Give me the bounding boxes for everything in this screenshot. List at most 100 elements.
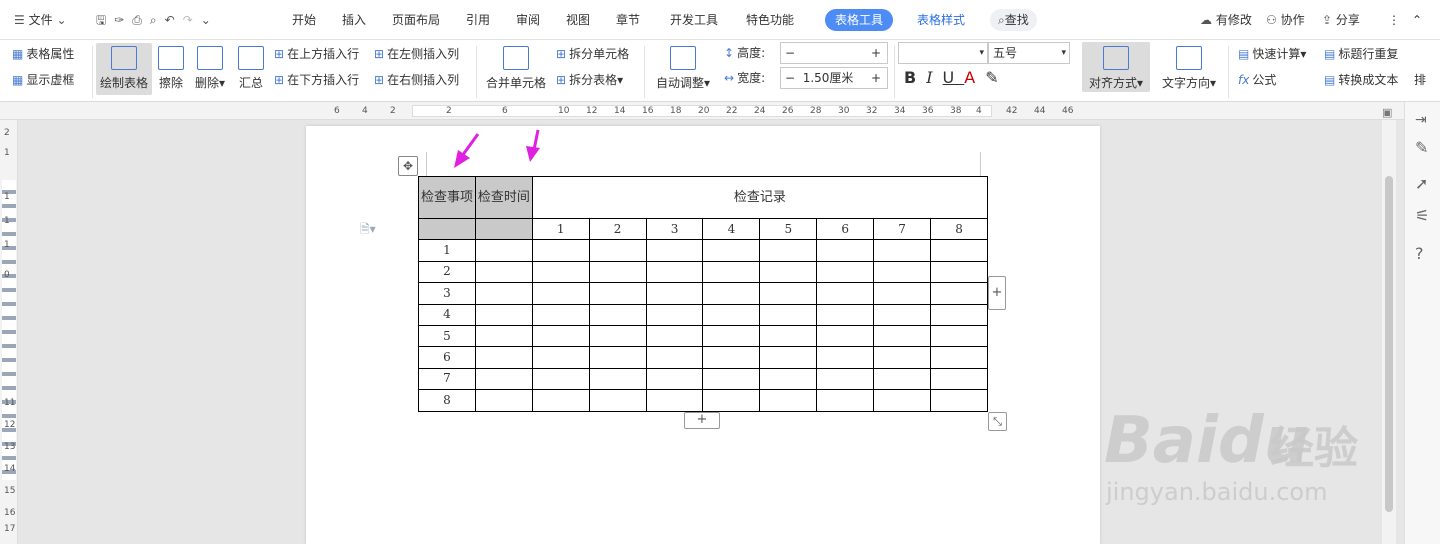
font-name-select[interactable]: ▾ (898, 42, 988, 64)
undo-icon[interactable]: ↶ (165, 10, 183, 30)
table-cell[interactable] (531, 260, 590, 284)
table-cell[interactable] (702, 346, 761, 369)
tab-special[interactable]: 特色功能 (746, 10, 794, 30)
table-cell[interactable] (873, 389, 932, 412)
table-cell[interactable] (816, 239, 875, 262)
tab-start[interactable]: 开始 (292, 10, 316, 30)
table-cell[interactable] (702, 260, 761, 284)
table-cell[interactable] (474, 303, 533, 326)
table-cell[interactable] (645, 260, 704, 284)
underline-icon[interactable]: U (943, 68, 965, 87)
height-input[interactable]: − + (780, 42, 888, 64)
sort-button[interactable]: 排 (1414, 72, 1426, 88)
delete-button[interactable]: 删除▾ (192, 46, 228, 91)
table-cell[interactable] (816, 389, 875, 412)
table-cell[interactable] (474, 346, 533, 369)
header-record-cell[interactable]: 检查记录 (531, 176, 989, 219)
row-number-cell[interactable]: 8 (418, 389, 476, 412)
table-properties-button[interactable]: ▦ 表格属性 (12, 46, 74, 62)
format-painter-icon[interactable]: ✑ (114, 10, 132, 30)
text-direction-button[interactable]: 文字方向▾ (1158, 46, 1220, 91)
col-number-cell[interactable]: 6 (816, 217, 875, 241)
tab-page-layout[interactable]: 页面布局 (392, 10, 440, 30)
table-cell[interactable] (816, 324, 875, 348)
table-cell[interactable] (474, 239, 533, 262)
table-cell[interactable] (930, 324, 988, 348)
table-cell[interactable] (645, 324, 704, 348)
table-cell[interactable] (873, 239, 932, 262)
cursor-icon[interactable]: ➚ (1415, 174, 1428, 193)
table-cell[interactable] (531, 367, 590, 391)
tab-insert[interactable]: 插入 (342, 10, 366, 30)
table-cell[interactable] (588, 346, 647, 369)
more-icon[interactable]: ⋮ (1388, 10, 1400, 30)
bold-icon[interactable]: B (904, 68, 926, 87)
table-cell[interactable] (873, 282, 932, 305)
search-box[interactable]: ⌕查找 (990, 9, 1037, 31)
add-row-button[interactable]: + (684, 412, 720, 429)
table-cell[interactable] (930, 282, 988, 305)
table-cell[interactable] (474, 260, 533, 284)
table-cell[interactable] (816, 282, 875, 305)
file-menu[interactable]: ☰ 文件 ⌄ (14, 10, 67, 30)
increase-height-icon[interactable]: + (871, 43, 881, 63)
header-time-cell[interactable]: 检查时间 (474, 176, 533, 219)
table-cell[interactable] (930, 367, 988, 391)
insert-col-left-button[interactable]: ⊞ 在左侧插入列 (374, 46, 459, 62)
col-number-cell[interactable]: 1 (531, 217, 590, 241)
erase-button[interactable]: 擦除 (156, 46, 186, 91)
vertical-scrollbar[interactable] (1382, 120, 1396, 544)
insert-row-below-button[interactable]: ⊞ 在下方插入行 (274, 72, 359, 88)
increase-width-icon[interactable]: + (871, 68, 881, 88)
col-number-cell[interactable]: 4 (702, 217, 761, 241)
tab-references[interactable]: 引用 (466, 10, 490, 30)
table-cell[interactable] (816, 346, 875, 369)
collapse-ribbon-icon[interactable]: ⌃ (1412, 10, 1422, 30)
table-cell[interactable] (702, 389, 761, 412)
table-cell[interactable] (474, 324, 533, 348)
collaborate-button[interactable]: ⚇ 协作 (1266, 10, 1305, 30)
show-grid-button[interactable]: ▦ 显示虚框 (12, 72, 74, 88)
tab-developer[interactable]: 开发工具 (670, 10, 718, 30)
print-icon[interactable]: ⎙ (132, 10, 150, 30)
row-number-cell[interactable]: 4 (418, 303, 476, 326)
split-cell-button[interactable]: ⊞ 拆分单元格 (556, 46, 629, 62)
col-number-cell[interactable]: 8 (930, 217, 988, 241)
row-number-cell[interactable]: 6 (418, 346, 476, 369)
font-color-icon[interactable]: A (964, 68, 985, 87)
row-number-cell[interactable]: 7 (418, 367, 476, 391)
table-cell[interactable] (759, 260, 818, 284)
table-cell[interactable] (588, 389, 647, 412)
table-cell[interactable] (873, 260, 932, 284)
customize-icon[interactable]: ⌄ (201, 10, 219, 30)
table-cell[interactable] (588, 260, 647, 284)
font-size-select[interactable]: 五号 ▾ (988, 42, 1070, 64)
table-cell[interactable] (531, 389, 590, 412)
table-cell[interactable] (531, 303, 590, 326)
table-cell[interactable] (816, 260, 875, 284)
highlight-icon[interactable]: ✎ (985, 68, 1008, 87)
col-number-cell[interactable]: 2 (588, 217, 647, 241)
summary-button[interactable]: 汇总 (236, 46, 266, 91)
table-cell[interactable] (759, 346, 818, 369)
table-cell[interactable] (759, 389, 818, 412)
tab-table-tools[interactable]: 表格工具 (825, 9, 894, 31)
table-cell[interactable] (645, 346, 704, 369)
table-cell[interactable] (702, 324, 761, 348)
table-cell[interactable] (588, 282, 647, 305)
save-icon[interactable]: 🖫 (96, 10, 114, 30)
decrease-height-icon[interactable]: − (785, 46, 795, 60)
table-cell[interactable] (873, 367, 932, 391)
decrease-width-icon[interactable]: − (785, 71, 795, 85)
table-cell[interactable] (474, 282, 533, 305)
table-move-handle-icon[interactable]: ✥ (398, 156, 418, 176)
auto-fit-button[interactable]: 自动调整▾ (652, 46, 714, 91)
collapse-sidebar-icon[interactable]: ⇥ (1415, 112, 1427, 128)
table-cell[interactable] (873, 346, 932, 369)
table-cell[interactable] (588, 303, 647, 326)
row-number-cell[interactable]: 2 (418, 260, 476, 284)
row-number-cell[interactable]: 1 (418, 239, 476, 262)
table-cell[interactable] (588, 324, 647, 348)
share-button[interactable]: ⇪ 分享 (1322, 10, 1360, 30)
table-cell[interactable] (588, 239, 647, 262)
